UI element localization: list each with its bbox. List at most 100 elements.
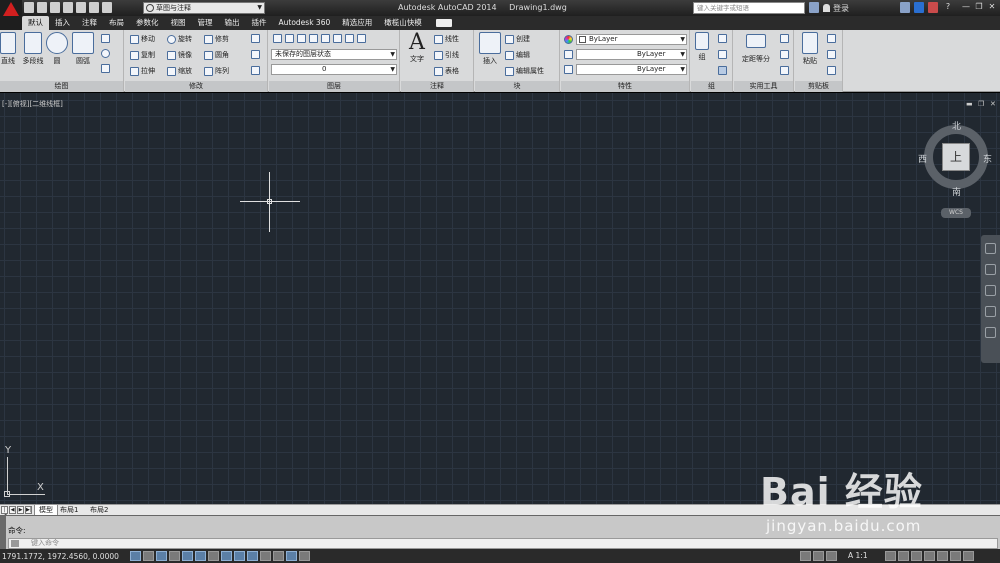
showmotion-icon[interactable] bbox=[985, 327, 996, 338]
tab-9[interactable]: Autodesk 360 bbox=[273, 16, 337, 30]
tab-5[interactable]: 视图 bbox=[165, 16, 192, 30]
create-block-button[interactable]: 创建 bbox=[505, 34, 530, 44]
tab-6[interactable]: 管理 bbox=[192, 16, 219, 30]
help-icon[interactable]: ? bbox=[942, 2, 954, 13]
save-as-icon[interactable] bbox=[63, 2, 73, 13]
copy-button[interactable]: 复制 bbox=[130, 50, 155, 60]
linear-dimension-button[interactable]: 线性 bbox=[434, 34, 459, 44]
scale-button[interactable]: 缩放 bbox=[167, 66, 192, 76]
next-layout-icon[interactable]: ▶ bbox=[17, 506, 24, 514]
layer-match-icon[interactable] bbox=[285, 34, 294, 43]
save-icon[interactable] bbox=[50, 2, 60, 13]
erase-button[interactable] bbox=[251, 34, 260, 43]
viewcube-top-face[interactable]: 上 bbox=[942, 143, 970, 171]
offset-button[interactable] bbox=[251, 66, 260, 75]
line-button[interactable]: 直线 bbox=[0, 32, 20, 66]
draw-panel-title[interactable]: 绘图 bbox=[0, 81, 123, 92]
paste-button[interactable]: 粘贴 bbox=[799, 32, 821, 66]
layer-previous-icon[interactable] bbox=[297, 34, 306, 43]
binoculars-icon[interactable] bbox=[809, 2, 819, 13]
compass-east[interactable]: 东 bbox=[983, 152, 992, 165]
compass-west[interactable]: 西 bbox=[918, 152, 927, 165]
tab-2[interactable]: 注释 bbox=[76, 16, 103, 30]
quick-properties-toggle[interactable] bbox=[286, 551, 297, 561]
linetype-select[interactable]: ByLayer ▼ bbox=[576, 64, 687, 75]
move-button[interactable]: 移动 bbox=[130, 34, 155, 44]
open-file-icon[interactable] bbox=[37, 2, 47, 13]
wcs-menu[interactable]: WCS bbox=[941, 208, 971, 218]
cut-icon[interactable] bbox=[827, 34, 836, 43]
lock-ui-icon[interactable] bbox=[924, 551, 935, 561]
annotation-panel-title[interactable]: 注释 bbox=[401, 81, 473, 92]
rectangle-button[interactable] bbox=[101, 34, 110, 43]
ellipse-button[interactable] bbox=[101, 49, 110, 58]
edit-attributes-button[interactable]: 编辑属性 bbox=[505, 66, 544, 76]
layer-unlock-icon[interactable] bbox=[357, 34, 366, 43]
tab-8[interactable]: 插件 bbox=[246, 16, 273, 30]
selection-cycling-toggle[interactable] bbox=[299, 551, 310, 561]
annotation-visibility-icon[interactable] bbox=[885, 551, 896, 561]
circle-button[interactable]: 圆 bbox=[46, 32, 68, 66]
command-prompt-icon[interactable] bbox=[11, 540, 19, 547]
zoom-icon[interactable] bbox=[985, 285, 996, 296]
redo-icon[interactable] bbox=[102, 2, 112, 13]
stretch-button[interactable]: 拉伸 bbox=[130, 66, 155, 76]
block-panel-title[interactable]: 块 bbox=[475, 81, 559, 92]
fillet-button[interactable]: 圆角 bbox=[204, 50, 229, 60]
3d-object-snap-toggle[interactable] bbox=[208, 551, 219, 561]
autodesk-360-icon[interactable] bbox=[914, 2, 924, 13]
layer-lock-icon[interactable] bbox=[345, 34, 354, 43]
snap-mode-toggle[interactable] bbox=[143, 551, 154, 561]
print-icon[interactable] bbox=[76, 2, 86, 13]
isolate-objects-icon[interactable] bbox=[950, 551, 961, 561]
rotate-button[interactable]: 旋转 bbox=[167, 34, 192, 44]
tab-4[interactable]: 参数化 bbox=[130, 16, 165, 30]
previous-layout-icon[interactable]: ◀ bbox=[9, 506, 16, 514]
search-input[interactable]: 键入关键字或短语 bbox=[693, 2, 805, 14]
workspace-switching-icon[interactable] bbox=[911, 551, 922, 561]
group-button[interactable]: 组 bbox=[693, 32, 711, 62]
hatch-button[interactable] bbox=[101, 64, 110, 73]
last-layout-icon[interactable]: ▶| bbox=[25, 506, 32, 514]
ungroup-icon[interactable] bbox=[718, 34, 727, 43]
id-point-icon[interactable] bbox=[780, 66, 789, 75]
insert-block-button[interactable]: 插入 bbox=[478, 32, 502, 66]
table-button[interactable]: 表格 bbox=[434, 66, 459, 76]
transparency-toggle[interactable] bbox=[273, 551, 284, 561]
text-button[interactable]: A 文字 bbox=[405, 32, 429, 64]
tab-10[interactable]: 精选应用 bbox=[336, 16, 378, 30]
tab-1[interactable]: 插入 bbox=[49, 16, 76, 30]
viewcube[interactable]: 上 北 南 西 东 bbox=[918, 119, 992, 198]
leader-button[interactable]: 引线 bbox=[434, 50, 459, 60]
orbit-icon[interactable] bbox=[985, 306, 996, 317]
layer-state-select[interactable]: 未保存的图层状态 ▼ bbox=[271, 49, 397, 60]
array-button[interactable]: 阵列 bbox=[204, 66, 229, 76]
measure-button[interactable]: 定距等分 bbox=[736, 34, 776, 64]
infer-constraints-toggle[interactable] bbox=[130, 551, 141, 561]
copy-clip-icon[interactable] bbox=[827, 50, 836, 59]
annotation-scale[interactable]: A 1:1 bbox=[848, 551, 868, 560]
groups-panel-title[interactable]: 组 bbox=[691, 81, 732, 92]
quick-select-icon[interactable] bbox=[780, 34, 789, 43]
ribbon-minimize-icon[interactable] bbox=[435, 19, 452, 27]
layer-properties-icon[interactable] bbox=[273, 34, 282, 43]
hardware-acceleration-icon[interactable] bbox=[937, 551, 948, 561]
quick-view-drawings-button[interactable] bbox=[826, 551, 837, 561]
restore-button[interactable]: ❐ bbox=[973, 2, 985, 13]
layer-freeze-icon[interactable] bbox=[321, 34, 330, 43]
stay-connected-icon[interactable] bbox=[928, 2, 938, 13]
edit-block-button[interactable]: 编辑 bbox=[505, 50, 530, 60]
steering-wheel-icon[interactable] bbox=[985, 243, 996, 254]
utilities-panel-title[interactable]: 实用工具 bbox=[734, 81, 793, 92]
explode-button[interactable] bbox=[251, 50, 260, 59]
new-file-icon[interactable] bbox=[24, 2, 34, 13]
compass-north[interactable]: 北 bbox=[952, 119, 961, 132]
color-select[interactable]: ByLayer ▼ bbox=[576, 34, 687, 45]
object-snap-tracking-toggle[interactable] bbox=[221, 551, 232, 561]
cursor-coordinates[interactable]: 1791.1772, 1972.4560, 0.0000 bbox=[2, 552, 119, 561]
drawing-canvas[interactable]: [-][俯视][二维线框] ▬ ❐ ✕ 上 北 南 西 东 WCS Y X bbox=[0, 93, 1000, 504]
trim-button[interactable]: 修剪 bbox=[204, 34, 229, 44]
lineweight-select[interactable]: ByLayer ▼ bbox=[576, 49, 687, 60]
calculator-icon[interactable] bbox=[780, 50, 789, 59]
layers-panel-title[interactable]: 图层 bbox=[269, 81, 399, 92]
